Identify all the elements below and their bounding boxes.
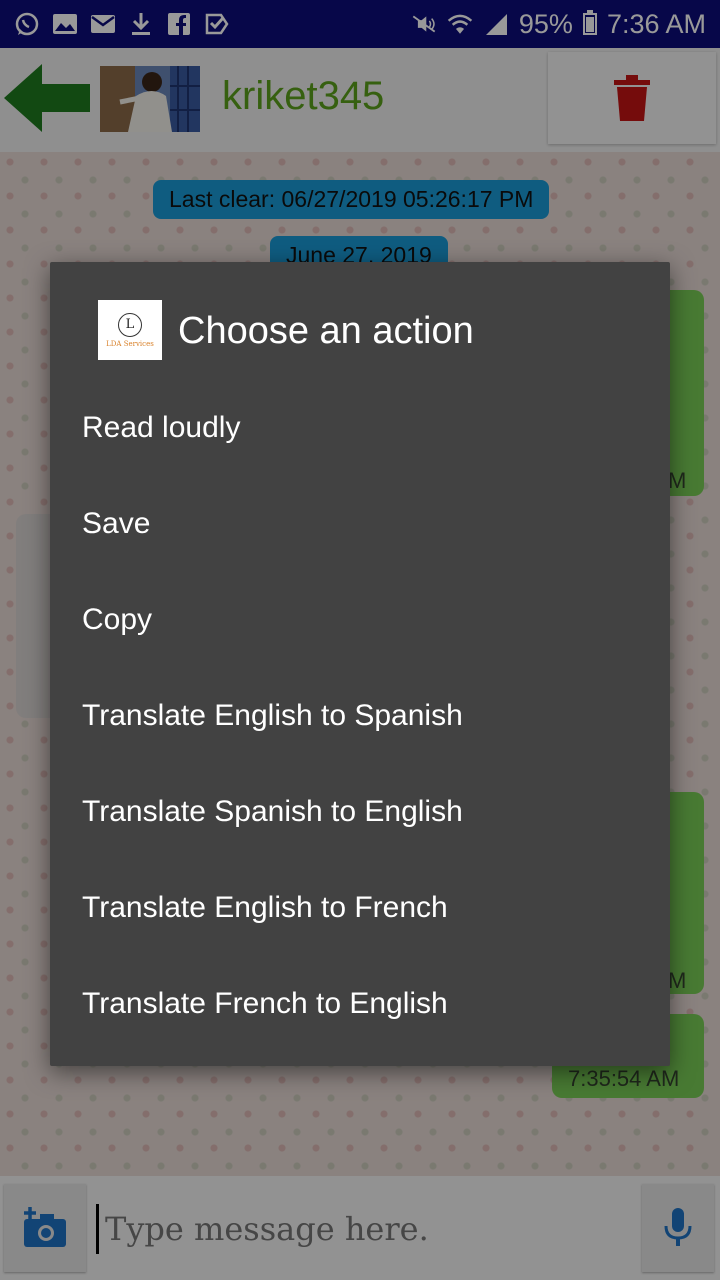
action-read-loudly[interactable]: Read loudly: [50, 380, 670, 476]
action-translate-fr-en[interactable]: Translate French to English: [50, 956, 670, 1052]
action-list: Read loudly Save Copy Translate English …: [50, 380, 670, 1052]
logo-text: LDA Services: [106, 339, 154, 348]
action-translate-es-en[interactable]: Translate Spanish to English: [50, 764, 670, 860]
logo-mark: L: [118, 312, 142, 337]
action-save[interactable]: Save: [50, 476, 670, 572]
app-logo: L LDA Services: [98, 300, 162, 360]
action-translate-en-es[interactable]: Translate English to Spanish: [50, 668, 670, 764]
dialog-title: Choose an action: [178, 310, 474, 352]
action-translate-en-fr[interactable]: Translate English to French: [50, 860, 670, 956]
action-dialog: L LDA Services Choose an action Read lou…: [50, 262, 670, 1066]
action-copy[interactable]: Copy: [50, 572, 670, 668]
